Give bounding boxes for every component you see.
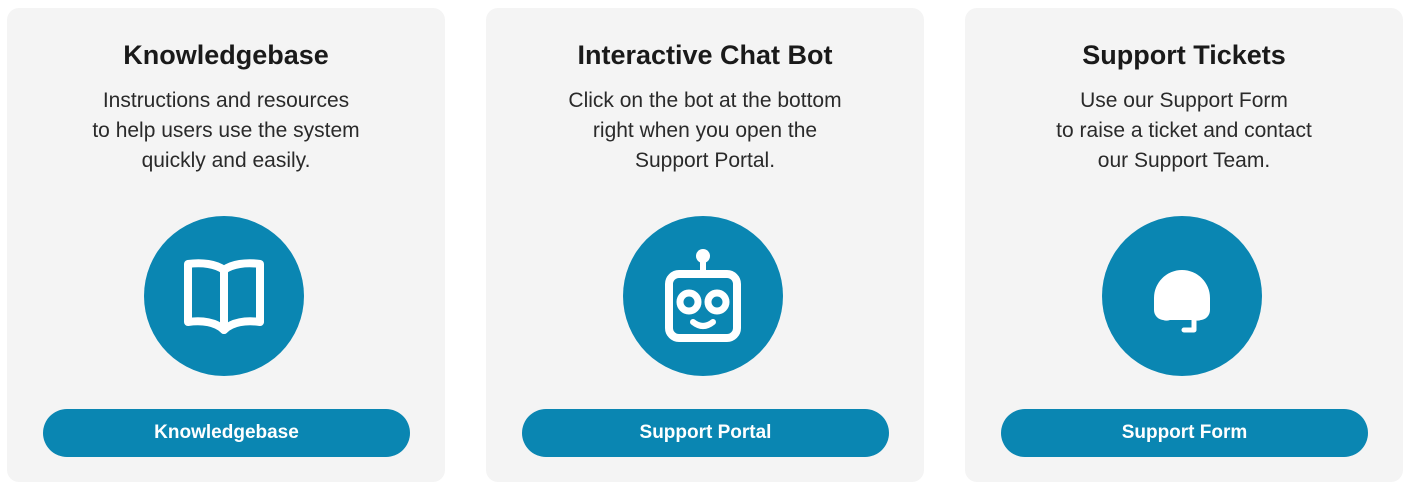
card-title: Support Tickets — [1082, 40, 1286, 70]
card-title: Interactive Chat Bot — [577, 40, 833, 70]
support-form-button[interactable]: Support Form — [1001, 409, 1368, 457]
support-tickets-card: Support Tickets Use our Support Form to … — [965, 8, 1403, 482]
support-portal-button[interactable]: Support Portal — [522, 409, 889, 457]
card-description: Click on the bot at the bottom right whe… — [568, 89, 842, 172]
card-description: Use our Support Form to raise a ticket a… — [1056, 89, 1312, 172]
card-description: Instructions and resources to help users… — [92, 89, 360, 172]
support-options: Knowledgebase Instructions and resources… — [0, 0, 1404, 487]
card-title: Knowledgebase — [123, 40, 329, 70]
headset-icon — [1102, 216, 1262, 376]
robot-icon — [623, 216, 783, 376]
knowledgebase-button[interactable]: Knowledgebase — [43, 409, 410, 457]
knowledgebase-card: Knowledgebase Instructions and resources… — [7, 8, 445, 482]
chat-bot-card: Interactive Chat Bot Click on the bot at… — [486, 8, 924, 482]
book-icon — [144, 216, 304, 376]
